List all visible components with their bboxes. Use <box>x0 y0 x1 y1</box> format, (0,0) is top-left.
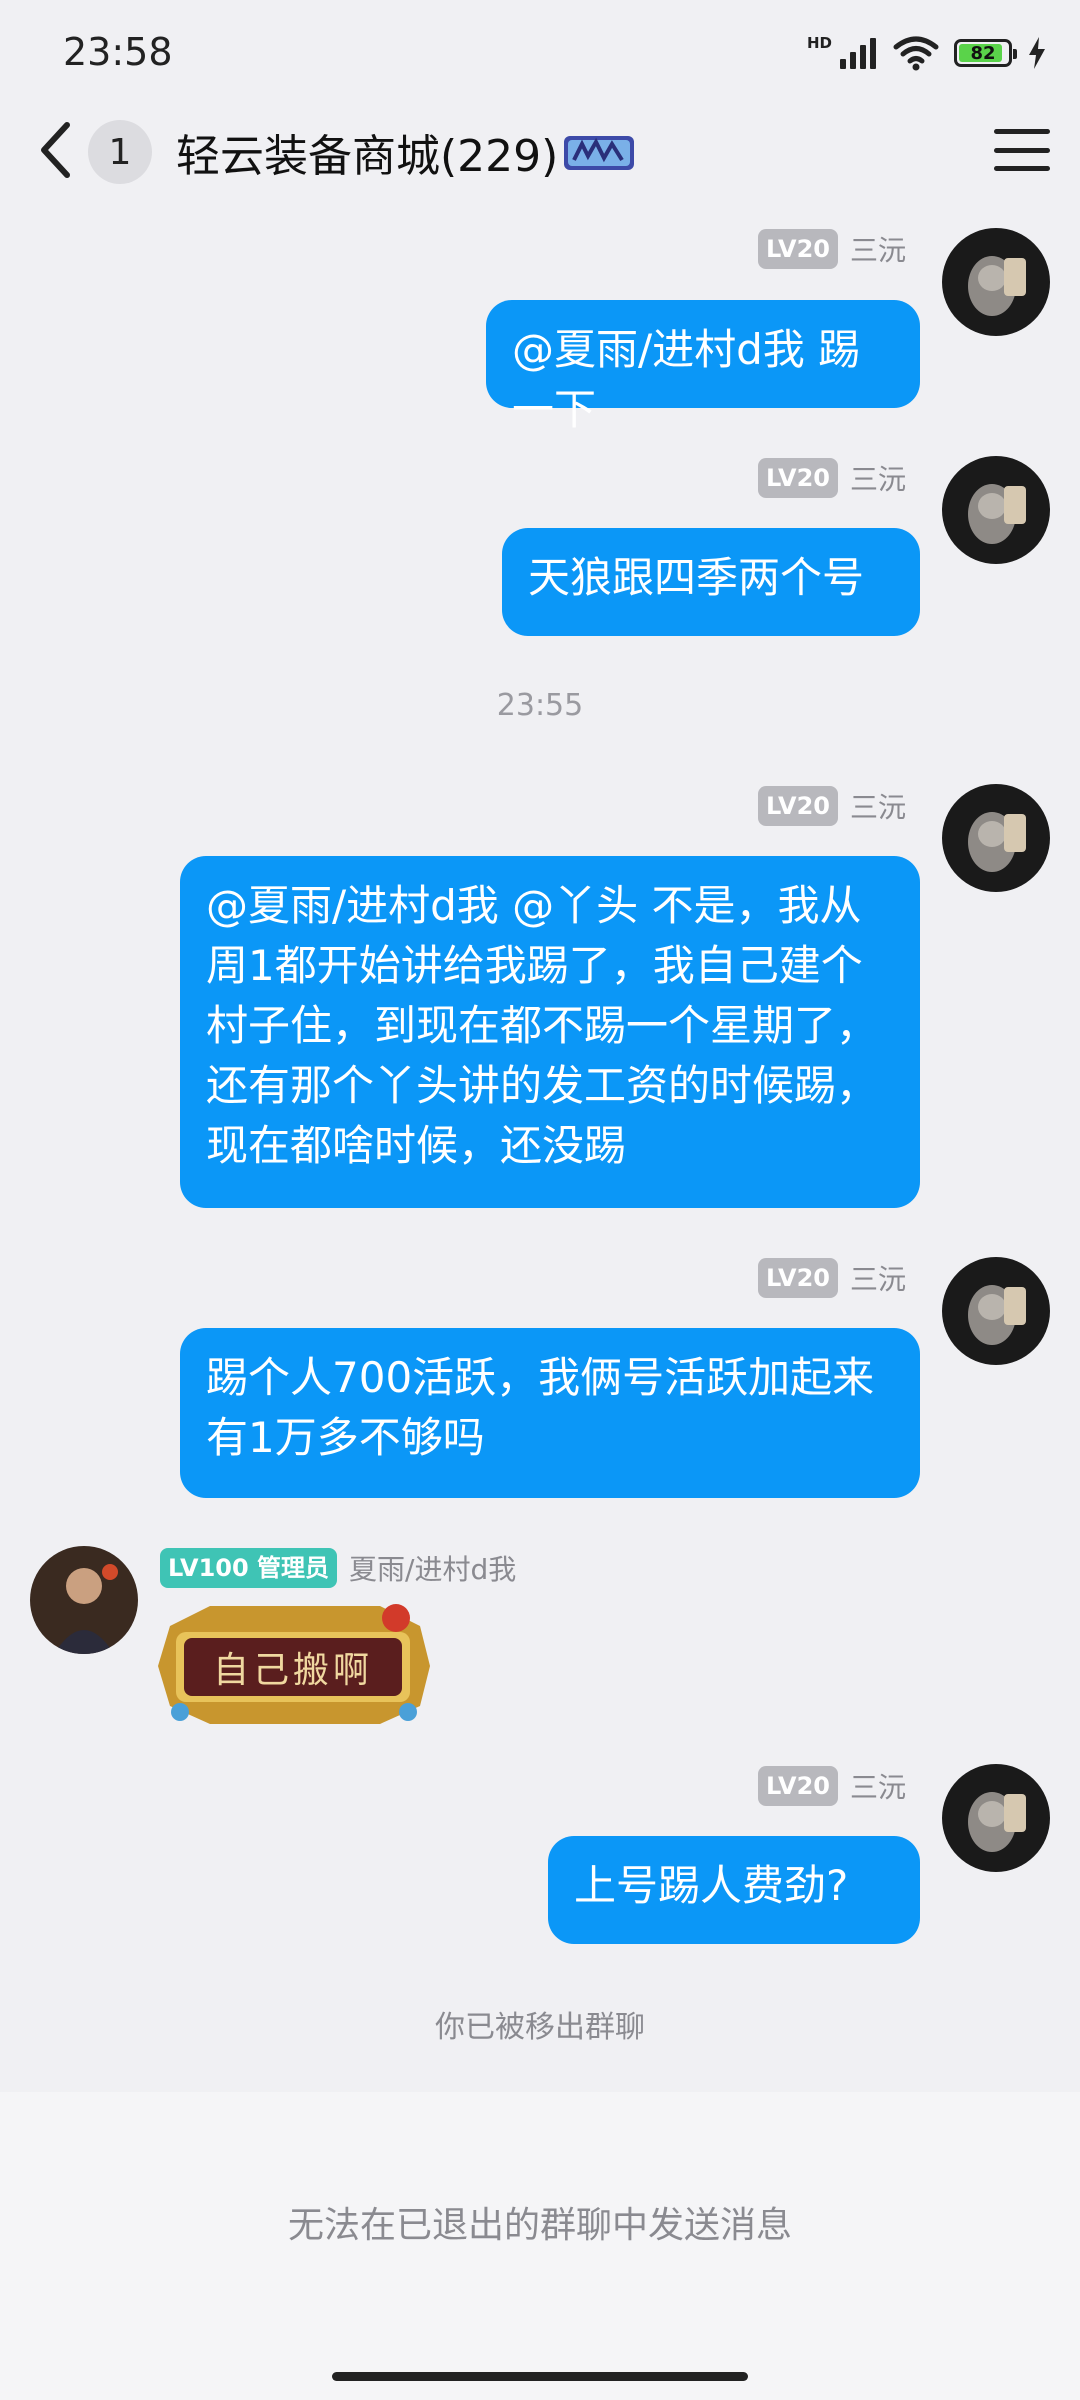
avatar[interactable] <box>942 1257 1050 1365</box>
message-bubble[interactable]: 上号踢人费劲? <box>548 1836 920 1944</box>
message-meta: LV20 三沅 <box>758 1258 906 1298</box>
avatar[interactable] <box>942 456 1050 564</box>
avatar-image <box>942 1257 1050 1365</box>
avatar-image <box>942 784 1050 892</box>
level-badge: LV20 <box>758 786 838 826</box>
level-badge: LV20 <box>758 1258 838 1298</box>
avatar-image <box>942 456 1050 564</box>
message-meta: LV20 三沅 <box>758 1766 906 1806</box>
menu-button[interactable] <box>994 122 1050 178</box>
avatar[interactable] <box>942 784 1050 892</box>
sender-name: 三沅 <box>849 791 906 824</box>
sender-name: 三沅 <box>849 234 906 267</box>
battery-icon: 82 <box>954 39 1017 67</box>
avatar[interactable] <box>942 228 1050 336</box>
sticker-text: 自己搬啊 <box>212 1650 373 1691</box>
home-indicator[interactable] <box>332 2372 748 2381</box>
sender-name: 三沅 <box>849 1263 906 1296</box>
message-bubble[interactable]: 天狼跟四季两个号 <box>502 528 920 636</box>
hd-label: HD <box>806 34 832 52</box>
group-title[interactable]: 轻云装备商城(229) <box>176 120 558 184</box>
avatar-image <box>30 1546 138 1654</box>
level-badge: LV20 <box>758 458 838 498</box>
sender-name: 夏雨/进村d我 <box>349 1553 517 1586</box>
status-time: 23:58 <box>63 30 173 74</box>
group-badge-icon <box>564 136 634 170</box>
sticker[interactable]: 自己搬啊 <box>150 1596 436 1732</box>
message-meta: LV20 三沅 <box>758 229 906 269</box>
avatar-image <box>942 228 1050 336</box>
message-meta: LV20 三沅 <box>758 458 906 498</box>
admin-badge: LV100 管理员 <box>160 1548 338 1588</box>
message-bubble[interactable]: @夏雨/进村d我 踢一下 <box>486 300 920 434</box>
message-meta: LV20 三沅 <box>758 786 906 826</box>
footer-notice: 无法在已退出的群聊中发送消息 <box>287 2205 792 2246</box>
avatar[interactable] <box>942 1764 1050 1872</box>
time-divider: 23:55 <box>496 688 584 723</box>
menu-icon <box>994 129 1050 134</box>
message-bubble[interactable]: 踢个人700活跃，我俩号活跃加起来有1万多不够吗 <box>180 1328 920 1498</box>
level-badge: LV20 <box>758 1766 838 1806</box>
battery-level: 82 <box>970 42 996 64</box>
status-icons: HD 82 <box>807 30 1048 76</box>
avatar[interactable] <box>30 1546 138 1654</box>
avatar-image <box>942 1764 1050 1872</box>
charging-icon <box>1029 37 1045 69</box>
level-badge: LV20 <box>758 229 838 269</box>
message-bubble[interactable]: @夏雨/进村d我 @丫头 不是，我从周1都开始讲给我踢了，我自己建个村子住，到现… <box>180 856 920 1208</box>
wifi-icon <box>893 36 939 71</box>
back-button[interactable] <box>30 115 80 185</box>
message-meta: LV100 管理员 夏雨/进村d我 <box>160 1548 516 1588</box>
sender-name: 三沅 <box>849 463 906 496</box>
signal-icon <box>840 38 876 69</box>
unread-count-badge[interactable]: 1 <box>88 120 152 184</box>
system-notice: 你已被移出群聊 <box>435 2010 645 2045</box>
sender-name: 三沅 <box>849 1771 906 1804</box>
back-icon <box>41 122 70 178</box>
